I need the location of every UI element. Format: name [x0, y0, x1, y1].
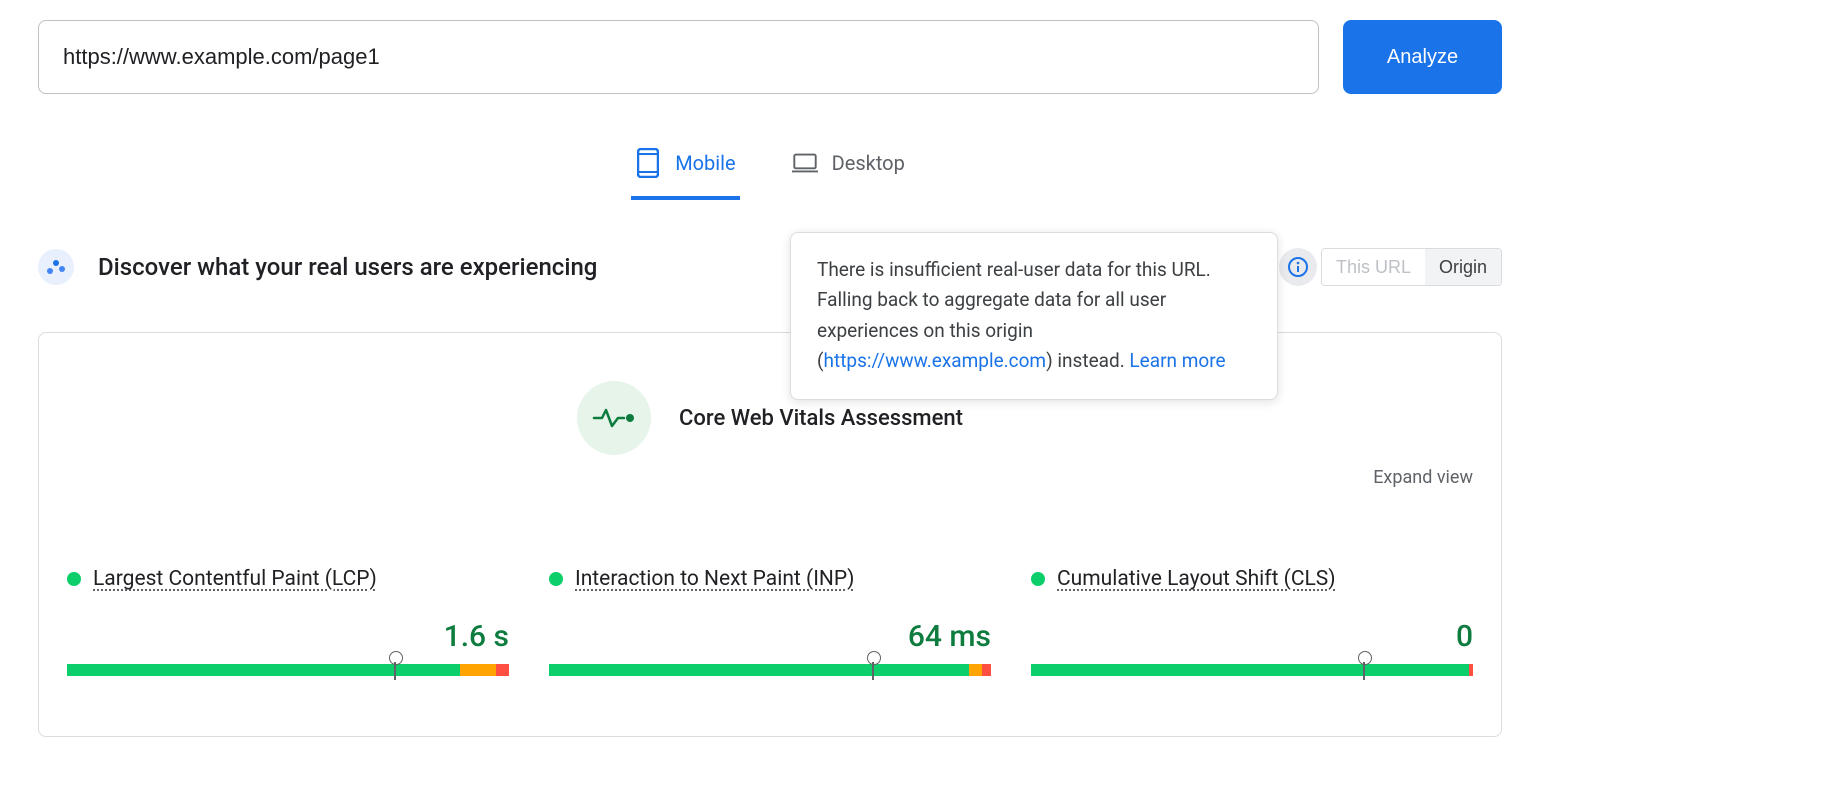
metric-inp-name[interactable]: Interaction to Next Paint (INP): [575, 567, 854, 591]
status-dot-good-icon: [549, 572, 563, 586]
info-button[interactable]: [1279, 248, 1317, 286]
analyze-button[interactable]: Analyze: [1343, 20, 1502, 94]
bar-good-segment: [67, 664, 460, 676]
section-header: Discover what your real users are experi…: [38, 248, 1502, 286]
metric-inp: Interaction to Next Paint (INP) 64 ms: [549, 567, 991, 676]
metric-lcp-value: 1.6 s: [67, 619, 509, 654]
percentile-marker-icon: [872, 656, 874, 680]
field-data-icon: [38, 249, 74, 285]
scope-segmented: This URL Origin: [1321, 248, 1502, 286]
bar-poor-segment: [982, 664, 991, 676]
assessment-title: Core Web Vitals Assessment: [679, 406, 963, 431]
bar-needs-improvement-segment: [969, 664, 982, 676]
search-row: Analyze: [38, 20, 1502, 94]
metric-inp-value: 64 ms: [549, 619, 991, 654]
mobile-icon: [635, 150, 661, 176]
section-title: Discover what your real users are experi…: [98, 253, 597, 281]
tooltip-text-after: ) instead.: [1046, 349, 1129, 372]
tab-mobile[interactable]: Mobile: [631, 138, 739, 200]
bar-good-segment: [1031, 664, 1469, 676]
metric-cls: Cumulative Layout Shift (CLS) 0: [1031, 567, 1473, 676]
percentile-marker-icon: [394, 656, 396, 680]
bar-needs-improvement-segment: [460, 664, 495, 676]
insufficient-data-tooltip: There is insufficient real-user data for…: [790, 232, 1278, 400]
pulse-icon: [577, 381, 651, 455]
bar-poor-segment: [1469, 664, 1473, 676]
tooltip-origin-link[interactable]: https://www.example.com: [824, 349, 1047, 372]
url-input[interactable]: [38, 20, 1319, 94]
metric-inp-bar: [549, 664, 991, 676]
status-dot-good-icon: [1031, 572, 1045, 586]
metric-lcp: Largest Contentful Paint (LCP) 1.6 s: [67, 567, 509, 676]
desktop-icon: [792, 150, 818, 176]
tab-mobile-label: Mobile: [675, 151, 735, 175]
metric-cls-name[interactable]: Cumulative Layout Shift (CLS): [1057, 567, 1336, 591]
vitals-card: Core Web Vitals Assessment Expand view L…: [38, 332, 1502, 737]
tab-desktop[interactable]: Desktop: [788, 138, 909, 200]
expand-view-link[interactable]: Expand view: [1373, 467, 1473, 488]
metric-cls-bar: [1031, 664, 1473, 676]
tooltip-learn-more-link[interactable]: Learn more: [1129, 349, 1225, 372]
scope-controls: This URL Origin There is insufficient re…: [1279, 248, 1502, 286]
metric-lcp-bar: [67, 664, 509, 676]
device-tabs: Mobile Desktop: [38, 138, 1502, 200]
metrics-row: Largest Contentful Paint (LCP) 1.6 s Int…: [67, 567, 1473, 676]
scope-origin-button[interactable]: Origin: [1425, 249, 1501, 285]
scope-this-url-button[interactable]: This URL: [1322, 249, 1425, 285]
bar-good-segment: [549, 664, 969, 676]
bar-poor-segment: [496, 664, 509, 676]
metric-cls-value: 0: [1031, 619, 1473, 654]
tab-desktop-label: Desktop: [832, 151, 905, 175]
metric-lcp-name[interactable]: Largest Contentful Paint (LCP): [93, 567, 377, 591]
percentile-marker-icon: [1363, 656, 1365, 680]
status-dot-good-icon: [67, 572, 81, 586]
